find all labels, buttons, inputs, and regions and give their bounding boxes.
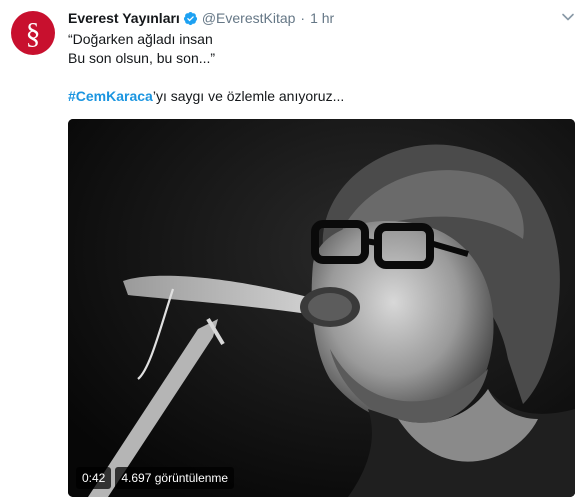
tweet-header: Everest Yayınları @EverestKitap · 1 hr [68, 9, 334, 27]
hashtag-suffix: ’yı saygı ve özlemle anıyoruz... [152, 88, 345, 104]
hashtag-link[interactable]: #CemKaraca [68, 88, 153, 104]
video-view-count: 4.697 görüntülenme [115, 467, 235, 489]
timestamp[interactable]: 1 hr [310, 10, 334, 26]
video-overlay: 0:42 4.697 görüntülenme [76, 467, 235, 489]
chevron-down-icon[interactable] [561, 10, 575, 24]
avatar[interactable]: § [11, 11, 55, 55]
video-duration: 0:42 [76, 467, 112, 489]
tweet-line-3: #CemKaraca’yı saygı ve özlemle anıyoruz.… [68, 87, 568, 106]
tweet-text: “Doğarken ağladı insan Bu son olsun, bu … [68, 30, 568, 106]
tweet-line-1: “Doğarken ağladı insan [68, 31, 213, 47]
tweet[interactable]: § Everest Yayınları @EverestKitap · 1 hr… [0, 0, 587, 502]
avatar-logo-glyph: § [25, 17, 41, 50]
video-thumbnail [68, 119, 575, 497]
handle[interactable]: @EverestKitap [202, 10, 296, 26]
separator-dot: · [300, 10, 306, 26]
display-name[interactable]: Everest Yayınları [68, 10, 180, 26]
tweet-line-2: Bu son olsun, bu son...” [68, 50, 216, 66]
verified-badge-icon [183, 11, 198, 26]
video-player[interactable]: 0:42 4.697 görüntülenme [68, 119, 575, 497]
